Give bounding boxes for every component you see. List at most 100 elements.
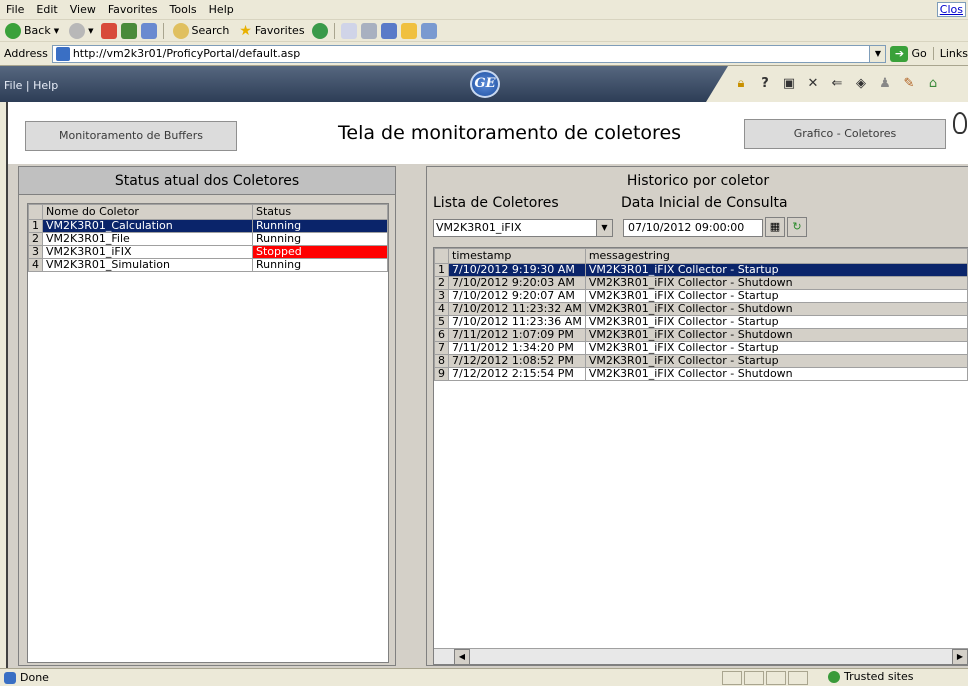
edit-icon[interactable]: ✎ bbox=[902, 77, 916, 91]
collector-status[interactable]: Running bbox=[252, 232, 388, 246]
history-grid: timestamp messagestring 1 7/10/2012 9:19… bbox=[433, 247, 968, 665]
collector-name[interactable]: VM2K3R01_Simulation bbox=[42, 258, 253, 272]
collector-name[interactable]: VM2K3R01_iFIX bbox=[42, 245, 253, 259]
star-icon: ★ bbox=[239, 22, 252, 39]
users-icon[interactable]: ♟ bbox=[878, 77, 892, 91]
go-button[interactable]: ➔ Go bbox=[890, 45, 927, 62]
message-cell[interactable]: VM2K3R01_iFIX Collector - Startup bbox=[584, 263, 968, 277]
menu-edit[interactable]: Edit bbox=[30, 3, 63, 16]
edit-icon[interactable] bbox=[380, 22, 397, 39]
collector-status[interactable]: Running bbox=[252, 258, 388, 272]
mail-icon[interactable] bbox=[340, 22, 357, 39]
stop-icon[interactable] bbox=[100, 22, 117, 39]
collector-name[interactable]: VM2K3R01_Calculation bbox=[42, 219, 253, 233]
start-date-input[interactable]: 07/10/2012 09:00:00 bbox=[623, 219, 763, 237]
home-icon[interactable] bbox=[140, 22, 157, 39]
menu-tools[interactable]: Tools bbox=[164, 3, 203, 16]
light-icon[interactable]: ◈ bbox=[854, 77, 868, 91]
table-row[interactable]: 4 VM2K3R01_Simulation Running bbox=[28, 258, 388, 272]
timestamp-cell[interactable]: 7/10/2012 11:23:36 AM bbox=[448, 315, 586, 329]
row-number: 7 bbox=[434, 341, 449, 355]
row-number: 4 bbox=[434, 302, 449, 316]
history-icon[interactable] bbox=[311, 22, 328, 39]
menu-file[interactable]: File bbox=[0, 3, 30, 16]
bulb-icon[interactable] bbox=[953, 112, 967, 134]
collectors-chart-button[interactable]: Grafico - Coletores bbox=[744, 119, 946, 149]
close-link[interactable]: Clos bbox=[936, 2, 966, 17]
message-cell[interactable]: VM2K3R01_iFIX Collector - Shutdown bbox=[584, 276, 968, 290]
table-row[interactable]: 5 7/10/2012 11:23:36 AM VM2K3R01_iFIX Co… bbox=[434, 315, 968, 329]
table-row[interactable]: 1 VM2K3R01_Calculation Running bbox=[28, 219, 388, 233]
timestamp-cell[interactable]: 7/10/2012 9:20:03 AM bbox=[448, 276, 586, 290]
search-button[interactable]: Search bbox=[170, 22, 233, 40]
status-pane bbox=[744, 671, 764, 685]
collector-name[interactable]: VM2K3R01_File bbox=[42, 232, 253, 246]
timestamp-cell[interactable]: 7/11/2012 1:07:09 PM bbox=[448, 328, 586, 342]
table-row[interactable]: 3 7/10/2012 9:20:07 AM VM2K3R01_iFIX Col… bbox=[434, 289, 968, 303]
refresh-icon[interactable] bbox=[120, 22, 137, 39]
lock-icon[interactable]: 🔒︎ bbox=[734, 77, 748, 91]
horizontal-scrollbar[interactable]: ◀ ▶ bbox=[434, 648, 968, 665]
menu-view[interactable]: View bbox=[64, 3, 102, 16]
messenger-icon[interactable] bbox=[420, 22, 437, 39]
table-row[interactable]: 8 7/12/2012 1:08:52 PM VM2K3R01_iFIX Col… bbox=[434, 354, 968, 368]
timestamp-cell[interactable]: 7/10/2012 11:23:32 AM bbox=[448, 302, 586, 316]
timestamp-cell[interactable]: 7/11/2012 1:34:20 PM bbox=[448, 341, 586, 355]
home-icon[interactable]: ⌂ bbox=[926, 77, 940, 91]
back-icon[interactable]: ⇐ bbox=[830, 77, 844, 91]
timestamp-cell[interactable]: 7/12/2012 2:15:54 PM bbox=[448, 367, 586, 381]
column-header[interactable]: Status bbox=[252, 204, 388, 220]
collector-select[interactable]: VM2K3R01_iFIX ▼ bbox=[433, 219, 613, 237]
scroll-left-icon[interactable]: ◀ bbox=[454, 649, 470, 665]
column-header[interactable]: timestamp bbox=[448, 248, 586, 264]
table-row[interactable]: 9 7/12/2012 2:15:54 PM VM2K3R01_iFIX Col… bbox=[434, 367, 968, 381]
chevron-down-icon[interactable]: ▼ bbox=[596, 220, 612, 236]
print-icon[interactable] bbox=[360, 22, 377, 39]
menu-favorites[interactable]: Favorites bbox=[102, 3, 164, 16]
table-row[interactable]: 6 7/11/2012 1:07:09 PM VM2K3R01_iFIX Col… bbox=[434, 328, 968, 342]
message-cell[interactable]: VM2K3R01_iFIX Collector - Shutdown bbox=[584, 328, 968, 342]
menu-help[interactable]: Help bbox=[203, 3, 240, 16]
timestamp-cell[interactable]: 7/12/2012 1:08:52 PM bbox=[448, 354, 586, 368]
message-cell[interactable]: VM2K3R01_iFIX Collector - Startup bbox=[584, 289, 968, 303]
help-icon[interactable]: ? bbox=[758, 77, 772, 91]
message-cell[interactable]: VM2K3R01_iFIX Collector - Shutdown bbox=[584, 302, 968, 316]
scroll-right-icon[interactable]: ▶ bbox=[952, 649, 968, 665]
chevron-down-icon[interactable]: ▼ bbox=[869, 45, 886, 62]
back-button[interactable]: Back ▼ bbox=[2, 22, 62, 40]
portal-header: File | Help GE 🔒︎ ? ▣ ✕ ⇐ ◈ ♟ ✎ ⌂ bbox=[0, 66, 968, 102]
portal-menu[interactable]: File | Help bbox=[4, 79, 58, 92]
calendar-button[interactable]: ▦ bbox=[765, 217, 785, 237]
column-header[interactable]: Nome do Coletor bbox=[42, 204, 253, 220]
address-input[interactable]: http://vm2k3r01/ProficyPortal/default.as… bbox=[51, 44, 887, 63]
table-row[interactable]: 4 7/10/2012 11:23:32 AM VM2K3R01_iFIX Co… bbox=[434, 302, 968, 316]
message-cell[interactable]: VM2K3R01_iFIX Collector - Startup bbox=[584, 354, 968, 368]
folder-icon[interactable] bbox=[400, 22, 417, 39]
table-row[interactable]: 7 7/11/2012 1:34:20 PM VM2K3R01_iFIX Col… bbox=[434, 341, 968, 355]
tools-icon[interactable]: ✕ bbox=[806, 77, 820, 91]
links-button[interactable]: Links bbox=[932, 47, 968, 60]
timestamp-cell[interactable]: 7/10/2012 9:20:07 AM bbox=[448, 289, 586, 303]
message-cell[interactable]: VM2K3R01_iFIX Collector - Startup bbox=[584, 315, 968, 329]
refresh-query-button[interactable]: ↻ bbox=[787, 217, 807, 237]
table-row[interactable]: 2 7/10/2012 9:20:03 AM VM2K3R01_iFIX Col… bbox=[434, 276, 968, 290]
message-cell[interactable]: VM2K3R01_iFIX Collector - Startup bbox=[584, 341, 968, 355]
collector-select-value: VM2K3R01_iFIX bbox=[436, 221, 522, 234]
table-row[interactable]: 1 7/10/2012 9:19:30 AM VM2K3R01_iFIX Col… bbox=[434, 263, 968, 277]
page-icon bbox=[4, 671, 16, 684]
timestamp-cell[interactable]: 7/10/2012 9:19:30 AM bbox=[448, 263, 586, 277]
forward-button[interactable]: ▼ bbox=[66, 22, 96, 40]
table-row[interactable]: 3 VM2K3R01_iFIX Stopped bbox=[28, 245, 388, 259]
column-header[interactable]: messagestring bbox=[584, 248, 968, 264]
message-cell[interactable]: VM2K3R01_iFIX Collector - Shutdown bbox=[584, 367, 968, 381]
favorites-button[interactable]: ★ Favorites bbox=[236, 22, 307, 40]
collector-status[interactable]: Running bbox=[252, 219, 388, 233]
buffers-monitor-button[interactable]: Monitoramento de Buffers bbox=[25, 121, 237, 151]
page-icon bbox=[55, 46, 70, 61]
collector-list-label: Lista de Coletores bbox=[433, 195, 559, 211]
address-url: http://vm2k3r01/ProficyPortal/default.as… bbox=[72, 47, 301, 60]
save-icon[interactable]: ▣ bbox=[782, 77, 796, 91]
table-row[interactable]: 2 VM2K3R01_File Running bbox=[28, 232, 388, 246]
row-number: 3 bbox=[434, 289, 449, 303]
collector-status[interactable]: Stopped bbox=[252, 245, 388, 259]
